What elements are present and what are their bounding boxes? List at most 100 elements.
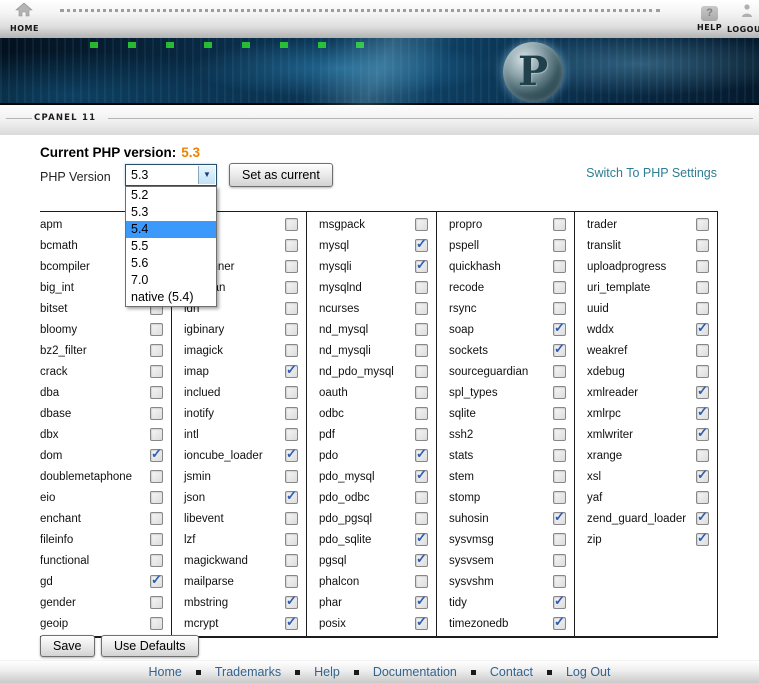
extension-checkbox-sysvsem[interactable] bbox=[553, 554, 566, 567]
extension-checkbox-bloomy[interactable] bbox=[150, 323, 163, 336]
extension-checkbox-recode[interactable] bbox=[553, 281, 566, 294]
extension-checkbox-phalcon[interactable] bbox=[415, 575, 428, 588]
help-button[interactable]: ? HELP bbox=[697, 3, 722, 32]
extension-checkbox-inotify[interactable] bbox=[285, 407, 298, 420]
extension-checkbox-hidef[interactable] bbox=[285, 239, 298, 252]
extension-checkbox-stomp[interactable] bbox=[553, 491, 566, 504]
extension-checkbox-uuid[interactable] bbox=[696, 302, 709, 315]
extension-checkbox-htscanner[interactable] bbox=[285, 260, 298, 273]
extension-checkbox-oauth[interactable] bbox=[415, 386, 428, 399]
extension-checkbox-fileinfo[interactable] bbox=[150, 533, 163, 546]
extension-checkbox-dom[interactable] bbox=[150, 449, 163, 462]
extension-checkbox-ioncube_loader[interactable] bbox=[285, 449, 298, 462]
extension-checkbox-pspell[interactable] bbox=[553, 239, 566, 252]
home-button[interactable]: HOME bbox=[10, 3, 39, 33]
extension-checkbox-crack[interactable] bbox=[150, 365, 163, 378]
extension-checkbox-zip[interactable] bbox=[696, 533, 709, 546]
extension-checkbox-stem[interactable] bbox=[553, 470, 566, 483]
extension-checkbox-sqlite[interactable] bbox=[553, 407, 566, 420]
extension-checkbox-wddx[interactable] bbox=[696, 323, 709, 336]
extension-checkbox-eio[interactable] bbox=[150, 491, 163, 504]
extension-checkbox-dbx[interactable] bbox=[150, 428, 163, 441]
extension-checkbox-bz2_filter[interactable] bbox=[150, 344, 163, 357]
extension-checkbox-nd_mysqli[interactable] bbox=[415, 344, 428, 357]
extension-checkbox-lzf[interactable] bbox=[285, 533, 298, 546]
extension-checkbox-imap[interactable] bbox=[285, 365, 298, 378]
extension-checkbox-suhosin[interactable] bbox=[553, 512, 566, 525]
footer-link-log-out[interactable]: Log Out bbox=[566, 665, 610, 679]
extension-checkbox-mbstring[interactable] bbox=[285, 596, 298, 609]
php-version-option[interactable]: 5.3 bbox=[126, 204, 216, 221]
extension-checkbox-soap[interactable] bbox=[553, 323, 566, 336]
extension-checkbox-pdo[interactable] bbox=[415, 449, 428, 462]
extension-checkbox-inclued[interactable] bbox=[285, 386, 298, 399]
extension-checkbox-uri_template[interactable] bbox=[696, 281, 709, 294]
extension-checkbox-sockets[interactable] bbox=[553, 344, 566, 357]
footer-link-contact[interactable]: Contact bbox=[490, 665, 533, 679]
extension-checkbox-pdf[interactable] bbox=[415, 428, 428, 441]
extension-checkbox-mysqlnd[interactable] bbox=[415, 281, 428, 294]
extension-checkbox-pgsql[interactable] bbox=[415, 554, 428, 567]
select-arrow-button[interactable]: ▼ bbox=[198, 166, 215, 184]
extension-checkbox-dba[interactable] bbox=[150, 386, 163, 399]
php-version-dropdown-list[interactable]: 5.25.35.45.55.67.0native (5.4) bbox=[125, 186, 217, 307]
extension-checkbox-pdo_sqlite[interactable] bbox=[415, 533, 428, 546]
extension-checkbox-mysql[interactable] bbox=[415, 239, 428, 252]
php-version-option[interactable]: 7.0 bbox=[126, 272, 216, 289]
footer-link-help[interactable]: Help bbox=[314, 665, 340, 679]
extension-checkbox-timezonedb[interactable] bbox=[553, 617, 566, 630]
php-version-option[interactable]: 5.6 bbox=[126, 255, 216, 272]
extension-checkbox-mysqli[interactable] bbox=[415, 260, 428, 273]
extension-checkbox-nd_mysql[interactable] bbox=[415, 323, 428, 336]
php-version-option[interactable]: 5.2 bbox=[126, 187, 216, 204]
extension-checkbox-uploadprogress[interactable] bbox=[696, 260, 709, 273]
extension-checkbox-stats[interactable] bbox=[553, 449, 566, 462]
extension-checkbox-huffman[interactable] bbox=[285, 281, 298, 294]
extension-checkbox-xrange[interactable] bbox=[696, 449, 709, 462]
extension-checkbox-pdo_pgsql[interactable] bbox=[415, 512, 428, 525]
save-button[interactable]: Save bbox=[40, 635, 95, 657]
extension-checkbox-weakref[interactable] bbox=[696, 344, 709, 357]
extension-checkbox-sourceguardian[interactable] bbox=[553, 365, 566, 378]
extension-checkbox-phar[interactable] bbox=[415, 596, 428, 609]
use-defaults-button[interactable]: Use Defaults bbox=[101, 635, 199, 657]
extension-checkbox-ncurses[interactable] bbox=[415, 302, 428, 315]
extension-checkbox-gender[interactable] bbox=[150, 596, 163, 609]
extension-checkbox-zend_guard_loader[interactable] bbox=[696, 512, 709, 525]
extension-checkbox-json[interactable] bbox=[285, 491, 298, 504]
extension-checkbox-geoip[interactable] bbox=[150, 617, 163, 630]
extension-checkbox-haru[interactable] bbox=[285, 218, 298, 231]
extension-checkbox-magickwand[interactable] bbox=[285, 554, 298, 567]
footer-link-trademarks[interactable]: Trademarks bbox=[215, 665, 281, 679]
extension-checkbox-doublemetaphone[interactable] bbox=[150, 470, 163, 483]
extension-checkbox-yaf[interactable] bbox=[696, 491, 709, 504]
extension-checkbox-xmlrpc[interactable] bbox=[696, 407, 709, 420]
extension-checkbox-spl_types[interactable] bbox=[553, 386, 566, 399]
extension-checkbox-mailparse[interactable] bbox=[285, 575, 298, 588]
extension-checkbox-igbinary[interactable] bbox=[285, 323, 298, 336]
extension-checkbox-gd[interactable] bbox=[150, 575, 163, 588]
switch-to-php-settings-link[interactable]: Switch To PHP Settings bbox=[586, 166, 717, 180]
php-version-select[interactable]: 5.3 ▼ bbox=[125, 164, 217, 186]
php-version-option[interactable]: 5.4 bbox=[126, 221, 216, 238]
extension-checkbox-functional[interactable] bbox=[150, 554, 163, 567]
extension-checkbox-idn[interactable] bbox=[285, 302, 298, 315]
php-version-option[interactable]: 5.5 bbox=[126, 238, 216, 255]
extension-checkbox-trader[interactable] bbox=[696, 218, 709, 231]
php-version-option[interactable]: native (5.4) bbox=[126, 289, 216, 306]
extension-checkbox-xmlwriter[interactable] bbox=[696, 428, 709, 441]
extension-checkbox-pdo_odbc[interactable] bbox=[415, 491, 428, 504]
extension-checkbox-tidy[interactable] bbox=[553, 596, 566, 609]
extension-checkbox-imagick[interactable] bbox=[285, 344, 298, 357]
extension-checkbox-propro[interactable] bbox=[553, 218, 566, 231]
extension-checkbox-xsl[interactable] bbox=[696, 470, 709, 483]
extension-checkbox-intl[interactable] bbox=[285, 428, 298, 441]
extension-checkbox-sysvshm[interactable] bbox=[553, 575, 566, 588]
extension-checkbox-dbase[interactable] bbox=[150, 407, 163, 420]
extension-checkbox-quickhash[interactable] bbox=[553, 260, 566, 273]
extension-checkbox-sysvmsg[interactable] bbox=[553, 533, 566, 546]
extension-checkbox-xmlreader[interactable] bbox=[696, 386, 709, 399]
set-as-current-button[interactable]: Set as current bbox=[229, 163, 333, 187]
extension-checkbox-nd_pdo_mysql[interactable] bbox=[415, 365, 428, 378]
extension-checkbox-enchant[interactable] bbox=[150, 512, 163, 525]
